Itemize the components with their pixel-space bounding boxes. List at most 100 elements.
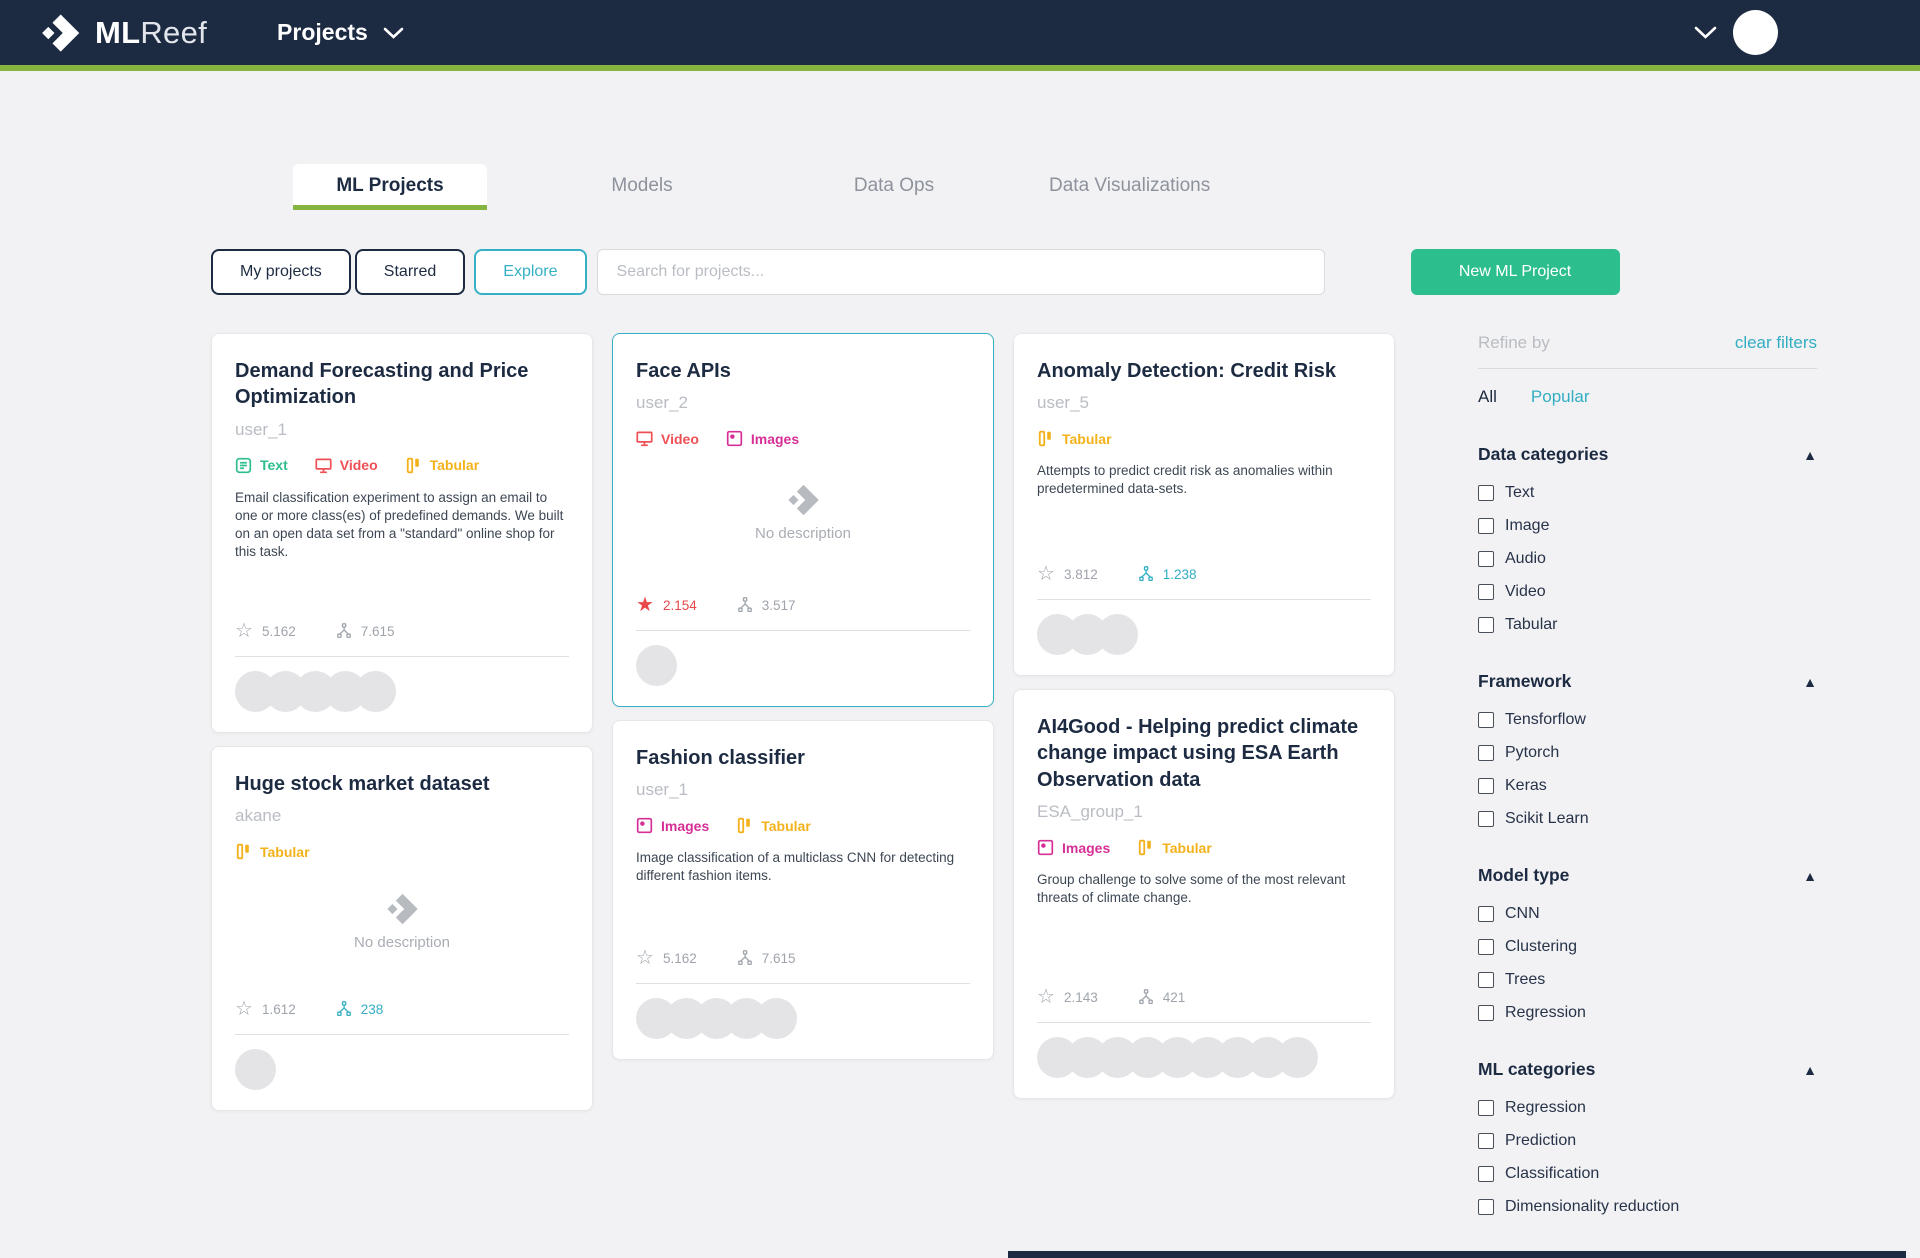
tab-models[interactable]: Models: [545, 164, 739, 210]
checkbox[interactable]: [1478, 1100, 1494, 1116]
sidebar-divider: [1478, 368, 1817, 369]
avatar[interactable]: [756, 998, 797, 1039]
search-input[interactable]: [597, 249, 1325, 295]
filter-checkbox-prediction[interactable]: Prediction: [1478, 1132, 1817, 1150]
filter-checkbox-pytorch[interactable]: Pytorch: [1478, 744, 1817, 762]
filter-checkbox-audio[interactable]: Audio: [1478, 550, 1817, 568]
contributor-avatars: [235, 657, 569, 722]
filter-all-link[interactable]: All: [1478, 387, 1497, 407]
project-stats: ★ 2.154 3.517: [636, 577, 970, 615]
star-icon: ☆: [235, 621, 253, 641]
avatar[interactable]: [355, 671, 396, 712]
checkbox[interactable]: [1478, 1199, 1494, 1215]
filter-checkbox-text[interactable]: Text: [1478, 484, 1817, 502]
collapse-arrow-icon[interactable]: ▲: [1803, 447, 1817, 463]
collapse-arrow-icon[interactable]: ▲: [1803, 674, 1817, 690]
fork-count-value: 7.615: [361, 624, 395, 639]
tab-ml-projects[interactable]: ML Projects: [293, 164, 487, 210]
checkbox[interactable]: [1478, 1133, 1494, 1149]
tag-tabular: Tabular: [1037, 430, 1112, 447]
contributor-avatars: [1037, 1023, 1371, 1088]
filter-checkbox-keras[interactable]: Keras: [1478, 777, 1817, 795]
starred-button[interactable]: Starred: [355, 249, 465, 295]
avatar[interactable]: [235, 1049, 276, 1090]
new-ml-project-button[interactable]: New ML Project: [1411, 249, 1620, 295]
project-card[interactable]: Fashion classifier user_1 ImagesTabular …: [612, 720, 994, 1060]
my-projects-button[interactable]: My projects: [211, 249, 351, 295]
avatar[interactable]: [1277, 1037, 1318, 1078]
tag-text: Text: [235, 457, 288, 474]
filter-checkbox-clustering[interactable]: Clustering: [1478, 938, 1817, 956]
filter-item-label: Classification: [1505, 1165, 1599, 1183]
filter-item-label: Video: [1505, 583, 1546, 601]
filter-section: Framework ▲ Tensforflow Pytorch Keras Sc…: [1478, 671, 1817, 828]
tab-data-ops[interactable]: Data Ops: [797, 164, 991, 210]
clear-filters-link[interactable]: clear filters: [1735, 333, 1817, 353]
project-title: Fashion classifier: [636, 745, 970, 771]
user-avatar[interactable]: [1733, 10, 1778, 55]
mlreef-logo[interactable]: MLReef: [38, 11, 207, 55]
contributor-avatars: [636, 631, 970, 696]
checkbox[interactable]: [1478, 712, 1494, 728]
project-card-grid: Demand Forecasting and Price Optimizatio…: [211, 333, 1395, 1111]
avatar[interactable]: [1097, 614, 1138, 655]
filter-popular-link[interactable]: Popular: [1531, 387, 1590, 407]
filter-section-title: ML categories: [1478, 1059, 1595, 1080]
contributor-avatars: [235, 1035, 569, 1100]
checkbox[interactable]: [1478, 1166, 1494, 1182]
filter-item-label: Image: [1505, 517, 1549, 535]
project-card[interactable]: AI4Good - Helping predict climate change…: [1013, 689, 1395, 1099]
mlreef-logo-icon: [38, 11, 82, 55]
checkbox[interactable]: [1478, 485, 1494, 501]
checkbox[interactable]: [1478, 584, 1494, 600]
filter-item-label: Tensforflow: [1505, 711, 1586, 729]
filter-checkbox-classification[interactable]: Classification: [1478, 1165, 1817, 1183]
filter-checkbox-dimensionality-reduction[interactable]: Dimensionality reduction: [1478, 1198, 1817, 1216]
explore-button[interactable]: Explore: [474, 249, 586, 295]
filter-checkbox-tabular[interactable]: Tabular: [1478, 616, 1817, 634]
contributor-avatars: [1037, 600, 1371, 665]
filter-checkbox-image[interactable]: Image: [1478, 517, 1817, 535]
user-menu-chevron-icon[interactable]: [1694, 26, 1717, 39]
filter-checkbox-tensforflow[interactable]: Tensforflow: [1478, 711, 1817, 729]
collapse-arrow-icon[interactable]: ▲: [1803, 1062, 1817, 1078]
filter-checkbox-trees[interactable]: Trees: [1478, 971, 1817, 989]
star-icon: ☆: [1037, 987, 1055, 1007]
projects-menu[interactable]: Projects: [277, 19, 404, 46]
checkbox[interactable]: [1478, 1005, 1494, 1021]
star-count-value: 2.154: [663, 598, 697, 613]
filter-checkbox-video[interactable]: Video: [1478, 583, 1817, 601]
filter-item-label: Regression: [1505, 1099, 1586, 1117]
checkbox[interactable]: [1478, 551, 1494, 567]
checkbox[interactable]: [1478, 906, 1494, 922]
text-icon: [235, 457, 252, 474]
project-card[interactable]: Huge stock market dataset akane Tabular …: [211, 746, 593, 1111]
project-card[interactable]: Face APIs user_2 VideoImages No descript…: [612, 333, 994, 707]
checkbox[interactable]: [1478, 518, 1494, 534]
project-tags: VideoImages: [636, 430, 970, 447]
fork-count-value: 3.517: [762, 598, 796, 613]
project-tags: ImagesTabular: [1037, 839, 1371, 856]
project-description: Email classification experiment to assig…: [235, 489, 569, 561]
checkbox[interactable]: [1478, 972, 1494, 988]
project-card[interactable]: Anomaly Detection: Credit Risk user_5 Ta…: [1013, 333, 1395, 676]
checkbox[interactable]: [1478, 745, 1494, 761]
filter-checkbox-scikit-learn[interactable]: Scikit Learn: [1478, 810, 1817, 828]
filter-checkbox-cnn[interactable]: CNN: [1478, 905, 1817, 923]
collapse-arrow-icon[interactable]: ▲: [1803, 868, 1817, 884]
filter-item-label: CNN: [1505, 905, 1540, 923]
avatar[interactable]: [636, 645, 677, 686]
checkbox[interactable]: [1478, 617, 1494, 633]
checkbox[interactable]: [1478, 811, 1494, 827]
checkbox[interactable]: [1478, 939, 1494, 955]
project-card[interactable]: Demand Forecasting and Price Optimizatio…: [211, 333, 593, 733]
project-tags: Tabular: [235, 843, 569, 860]
filter-section-title: Data categories: [1478, 444, 1608, 465]
filter-item-label: Scikit Learn: [1505, 810, 1589, 828]
checkbox[interactable]: [1478, 778, 1494, 794]
tab-data-visualizations[interactable]: Data Visualizations: [1049, 164, 1210, 210]
filter-checkbox-regression[interactable]: Regression: [1478, 1099, 1817, 1117]
star-count-value: 1.612: [262, 1002, 296, 1017]
filter-checkbox-regression[interactable]: Regression: [1478, 1004, 1817, 1022]
fork-count-value: 238: [361, 1002, 384, 1017]
